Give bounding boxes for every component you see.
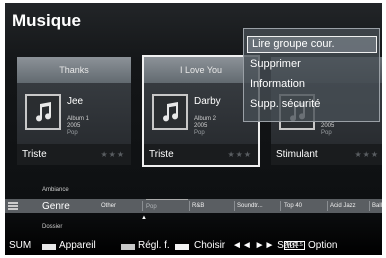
card-rating: ★★★ (227, 150, 252, 159)
music-note-icon (25, 94, 61, 130)
category-top40[interactable]: Top 40 (284, 199, 302, 213)
card-mood: Triste (149, 149, 174, 160)
card-rating: ★★★ (354, 150, 379, 159)
card-album: Album 1 (67, 116, 90, 122)
card-artist: Jee (67, 96, 84, 107)
button-b-icon (121, 244, 135, 250)
button-legend: SUM Appareil Régl. f. Choisir ◄◄ ►► Saut… (5, 236, 382, 255)
card-genre: Pop (67, 130, 78, 136)
card-mood: Stimulant (276, 149, 318, 160)
menu-item-information[interactable]: Information (250, 78, 305, 90)
page-title: Musique (12, 11, 81, 30)
context-menu: Lire groupe cour. Supprimer Information … (243, 28, 380, 122)
card-year: 2005 (194, 123, 208, 129)
button-a-icon (42, 244, 56, 250)
card-genre: Pop (321, 130, 332, 136)
music-card-1[interactable]: Thanks Jee Album 1 2005 Pop Triste ★★★ (17, 57, 131, 165)
category-other[interactable]: Other (101, 199, 116, 213)
list-icon (8, 202, 18, 210)
card-title: Thanks (17, 57, 131, 83)
button-c-icon (175, 244, 189, 250)
card-rating: ★★★ (100, 150, 125, 159)
legend-device: Appareil (59, 240, 96, 251)
card-album: Album 2 (194, 116, 217, 122)
card-footer: Triste ★★★ (17, 144, 131, 165)
legend-option: Option (308, 240, 338, 251)
sum-label: SUM (9, 240, 32, 251)
music-screen: Musique Thanks Jee Album 1 2005 Pop Tris… (5, 3, 382, 255)
card-year: 2005 (67, 123, 81, 129)
legend-edit-name: Régl. f. (138, 240, 170, 251)
tools-button-icon: TOOLS (284, 241, 305, 250)
card-title: I Love You (144, 57, 258, 83)
menu-item-safe-remove[interactable]: Supp. sécurité (250, 98, 320, 110)
sort-option-below[interactable]: Dossier (42, 224, 62, 230)
category-pop[interactable]: Pop (146, 199, 188, 214)
card-genre: Pop (194, 130, 205, 136)
card-year: 2005 (321, 123, 335, 129)
category-ballad[interactable]: Ball (372, 199, 382, 213)
card-footer: Stimulant ★★★ (271, 144, 382, 165)
category-rnb[interactable]: R&B (192, 199, 204, 213)
category-pointer-icon: ▲ (141, 215, 147, 221)
card-footer: Triste ★★★ (144, 144, 258, 165)
menu-item-play-group[interactable]: Lire groupe cour. (247, 36, 377, 53)
music-note-icon (152, 94, 188, 130)
sort-mode-current[interactable]: Genre (42, 201, 70, 212)
category-soundtrack[interactable]: Soundtr... (237, 199, 263, 213)
card-mood: Triste (22, 149, 47, 160)
menu-item-delete[interactable]: Supprimer (250, 58, 301, 70)
card-artist: Darby (194, 96, 221, 107)
category-acid-jazz[interactable]: Acid Jazz (330, 199, 356, 213)
sort-option-above[interactable]: Ambiance (42, 187, 69, 193)
legend-select: Choisir (194, 240, 226, 251)
